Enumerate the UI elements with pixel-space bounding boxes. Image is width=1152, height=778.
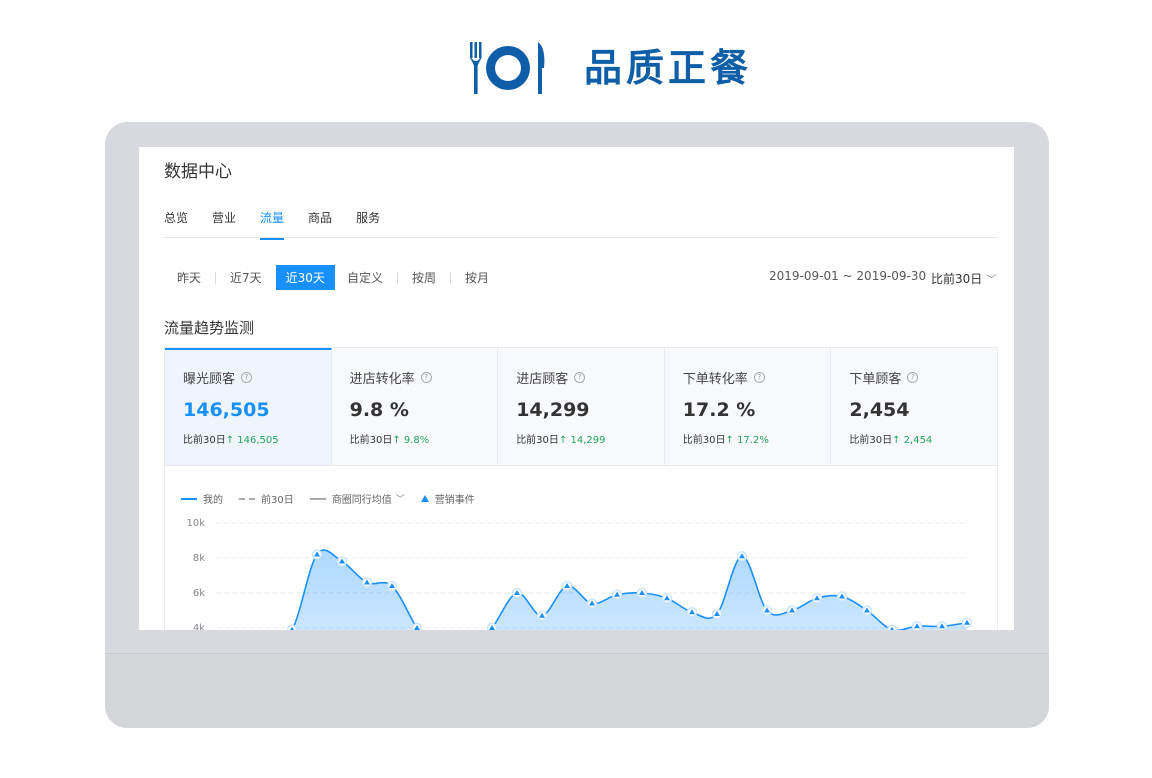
brand-name: 品质正餐: [584, 46, 753, 90]
brand-header: 品质正餐: [468, 38, 752, 98]
y-tick-label: 10k: [186, 518, 205, 529]
monitor-chin: [105, 653, 1049, 728]
traffic-trend-chart: 10k 8k 6k 4k: [186, 518, 973, 630]
y-tick-label: 4k: [193, 623, 205, 630]
plate-fork-knife-icon: [470, 42, 545, 94]
series-area-mine: [291, 550, 967, 630]
dashboard-screen: 数据中心 总览 营业 流量 商品 服务 昨天 近7天 近30天 自定义 按周 按…: [139, 147, 1014, 630]
y-tick-label: 8k: [193, 553, 205, 564]
y-tick-label: 6k: [193, 588, 205, 599]
